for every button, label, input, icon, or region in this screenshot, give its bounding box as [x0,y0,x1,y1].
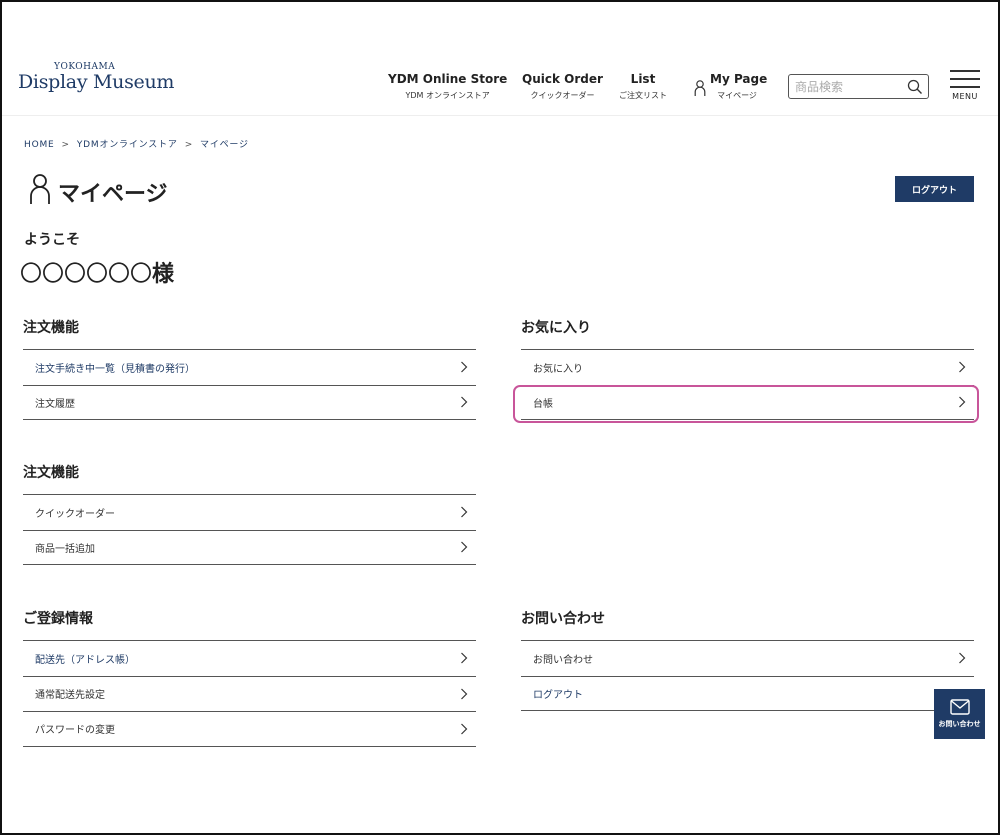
section-title: お問い合わせ [521,611,605,627]
chevron-right-icon [461,396,468,408]
contact-floating-button[interactable]: お問い合わせ [934,689,985,739]
menu-item-label: 配送先（アドレス帳） [35,654,135,666]
menu-item-order-history[interactable]: 注文履歴 [23,384,476,420]
menu-item-label: 注文履歴 [35,398,75,410]
logout-button[interactable]: ログアウト [895,176,974,202]
user-icon [694,80,706,96]
nav-list-label: List [630,72,656,86]
chevron-right-icon [959,361,966,373]
username-honorific: 様 [152,262,175,287]
menu-item-bulk-add[interactable]: 商品一括追加 [23,529,476,565]
section-title: お気に入り [521,320,591,336]
breadcrumb: HOME > YDMオンラインストア > マイページ [24,137,249,150]
section-order-functions: 注文機能 注文手続き中一覧（見積書の発行） 注文履歴 [23,315,476,420]
section-title: 注文機能 [23,465,79,481]
chevron-right-icon: > [184,140,194,150]
nav-online-store-sublabel: YDM オンラインストア [405,91,490,100]
menu-item-label: ログアウト [533,689,583,701]
menu-item-label: 通常配送先設定 [35,690,105,702]
nav-my-page[interactable]: My Page マイページ [710,72,768,101]
contact-floating-label: お問い合わせ [938,720,981,728]
nav-list[interactable]: List ご注文リスト [618,72,668,101]
chevron-right-icon [461,361,468,373]
nav-my-page-label: My Page [710,72,768,86]
menu-item-label: お気に入り [533,363,583,375]
chevron-right-icon [461,506,468,518]
section-contact: お問い合わせ お問い合わせ ログアウト [521,606,974,711]
menu-item-label: 注文手続き中一覧（見積書の発行） [35,363,195,375]
page-title: マイページ [58,182,168,207]
hamburger-icon-line [950,78,980,80]
chevron-right-icon: > [61,140,70,150]
mail-icon [949,699,970,715]
user-icon [30,174,50,204]
nav-quick-order-sublabel: クイックオーダー [530,91,595,100]
menu-item-label: クイックオーダー [35,508,115,520]
section-order-functions-2: 注文機能 クイックオーダー 商品一括追加 [23,460,476,565]
breadcrumb-home[interactable]: HOME [24,140,55,150]
search-box [788,74,929,99]
nav-my-page-sublabel: マイページ [717,91,757,100]
chevron-right-icon [461,541,468,553]
section-registration: ご登録情報 配送先（アドレス帳） 通常配送先設定 パスワードの変更 [23,606,476,747]
nav-list-sublabel: ご注文リスト [619,91,667,100]
menu-item-logout[interactable]: ログアウト [521,675,974,711]
menu-item-label: 商品一括追加 [35,543,95,555]
menu-item-ledger[interactable]: 台帳 [521,384,974,420]
chevron-right-icon [461,652,468,664]
chevron-right-icon [461,723,468,735]
section-title: 注文機能 [23,320,79,336]
nav-quick-order[interactable]: Quick Order クイックオーダー [522,72,603,101]
chevron-right-icon [461,688,468,700]
logo-title: Display Museum [18,71,175,93]
menu-label: MENU [952,92,978,101]
nav-online-store[interactable]: YDM Online Store YDM オンラインストア [388,72,507,101]
menu-item-change-password[interactable]: パスワードの変更 [23,711,476,747]
menu-button[interactable]: MENU [950,70,980,102]
menu-item-default-shipping[interactable]: 通常配送先設定 [23,675,476,712]
menu-item-address-book[interactable]: 配送先（アドレス帳） [23,640,476,676]
section-title: ご登録情報 [23,611,93,627]
nav-quick-order-label: Quick Order [522,72,603,86]
username-value: 〇〇〇〇〇〇 [20,262,153,287]
section-favorites: お気に入り お気に入り 台帳 [521,315,974,420]
breadcrumb-online-store[interactable]: YDMオンラインストア [77,140,178,150]
hamburger-icon-line [950,86,980,88]
menu-item-favorites[interactable]: お気に入り [521,349,974,385]
menu-item-label: お問い合わせ [533,654,593,666]
search-input[interactable] [795,76,905,98]
menu-item-label: パスワードの変更 [35,725,115,737]
menu-item-quick-order[interactable]: クイックオーダー [23,494,476,530]
search-icon[interactable] [907,79,923,95]
menu-item-label: 台帳 [533,398,553,410]
chevron-right-icon [959,652,966,664]
breadcrumb-current: マイページ [200,140,249,150]
menu-item-pending-orders[interactable]: 注文手続き中一覧（見積書の発行） [23,349,476,385]
nav-online-store-label: YDM Online Store [388,72,508,86]
menu-item-contact[interactable]: お問い合わせ [521,640,974,676]
hamburger-icon-line [950,70,980,72]
welcome-text: ようこそ [24,232,80,248]
username: 〇〇〇〇〇〇様 [20,256,174,288]
chevron-right-icon [959,396,966,408]
